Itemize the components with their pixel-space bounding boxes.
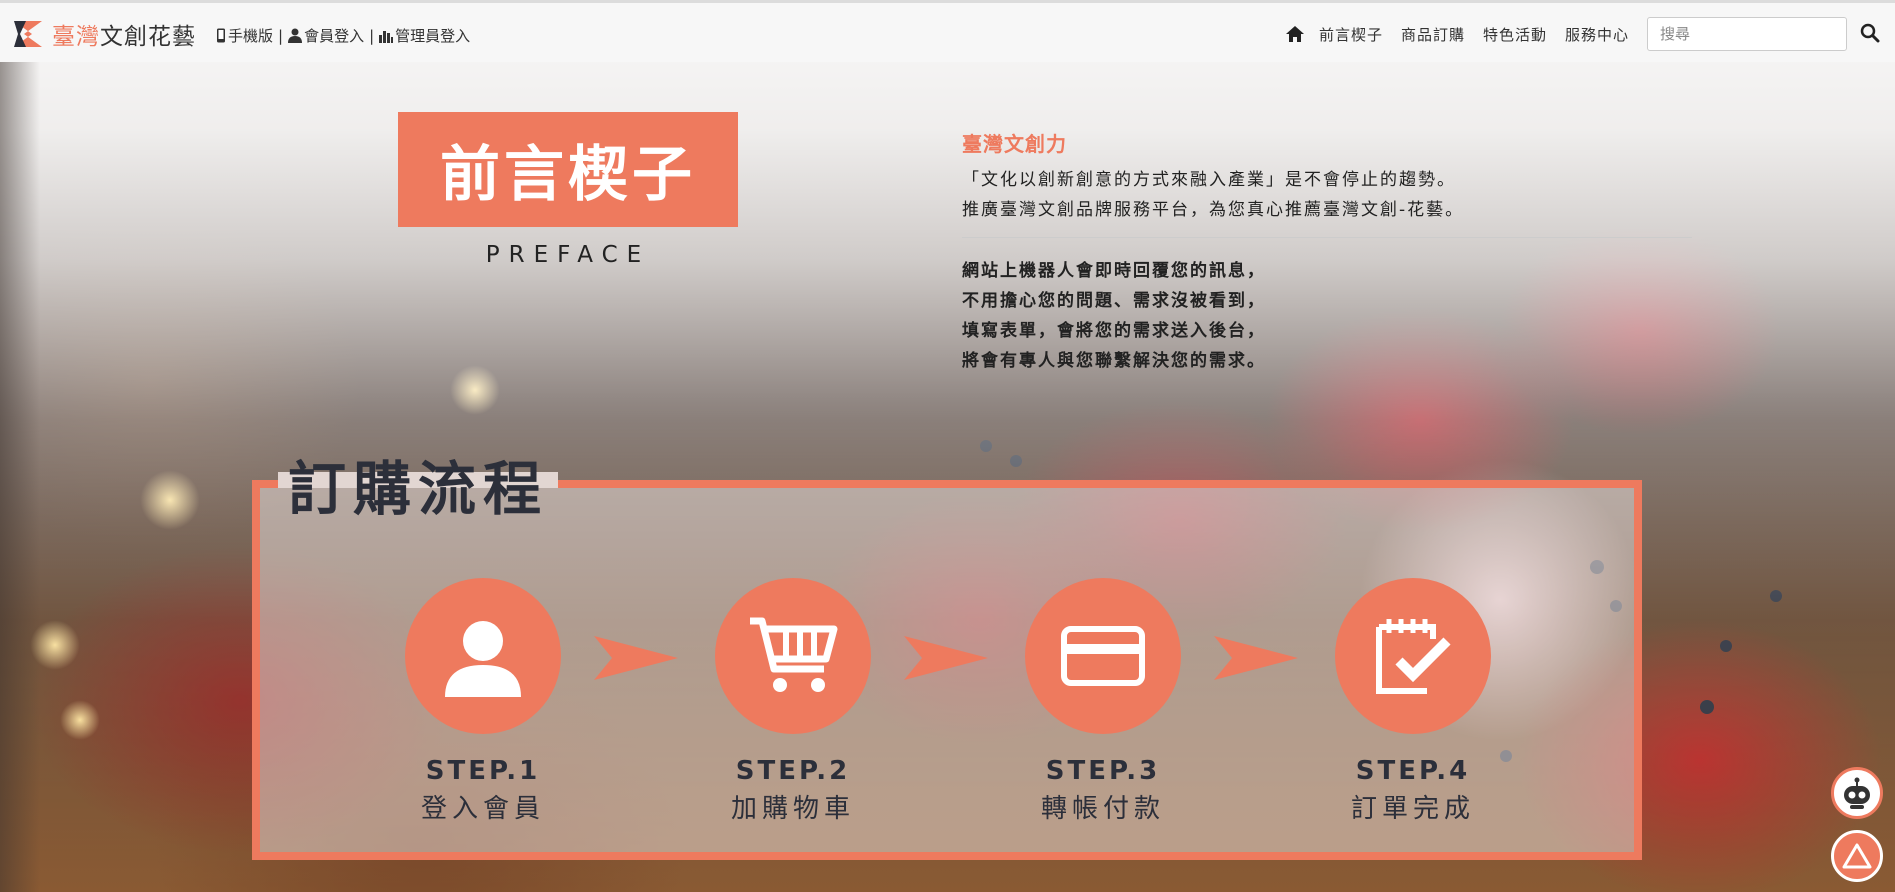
step-name: 加購物車 bbox=[730, 794, 855, 824]
member-login-link[interactable]: 會員登入 bbox=[288, 25, 364, 46]
checklist-notepad-icon bbox=[1376, 619, 1451, 694]
intro-line: 推廣臺灣文創品牌服務平台，為您真心推薦臺灣文創-花藝。 bbox=[962, 200, 1465, 220]
step-number: STEP.3 bbox=[1045, 756, 1161, 786]
search-button[interactable] bbox=[1853, 17, 1887, 51]
nav-order[interactable]: 商品訂購 bbox=[1401, 24, 1465, 45]
intro-line: 「文化以創新創意的方式來融入產業」是不會停止的趨勢。 bbox=[962, 170, 1456, 190]
step-name: 登入會員 bbox=[420, 794, 545, 824]
logo-mark-icon bbox=[14, 21, 42, 47]
brand-name: 臺灣文創花藝 bbox=[52, 24, 196, 50]
divider bbox=[962, 237, 1692, 238]
preface-subtitle: PREFACE bbox=[485, 242, 651, 268]
intro-sub-line: 將會有專人與您聯繫解決您的需求。 bbox=[962, 351, 1266, 371]
mobile-version-link[interactable]: 手機版 bbox=[216, 25, 273, 46]
nav-preface[interactable]: 前言楔子 bbox=[1319, 24, 1383, 45]
chatbot-button[interactable] bbox=[1831, 767, 1883, 819]
step-icon-circle bbox=[405, 578, 561, 734]
step-number: STEP.1 bbox=[425, 756, 541, 786]
search-input[interactable] bbox=[1647, 17, 1847, 51]
preface-title: 前言楔子 bbox=[440, 140, 696, 210]
separator: | bbox=[278, 26, 284, 45]
step-number: STEP.2 bbox=[735, 756, 851, 786]
separator: | bbox=[369, 26, 375, 45]
preface-banner: 前言楔子 bbox=[398, 112, 738, 227]
step-number: STEP.4 bbox=[1355, 756, 1471, 786]
step-payment[interactable]: STEP.3 轉帳付款 bbox=[1023, 578, 1183, 825]
step-icon-circle bbox=[1025, 578, 1181, 734]
intro-title: 臺灣文創力 bbox=[962, 132, 1067, 156]
step-complete[interactable]: STEP.4 訂單完成 bbox=[1333, 578, 1493, 825]
arrow-up-icon bbox=[1842, 843, 1872, 869]
intro-sub-line: 填寫表單，會將您的需求送入後台， bbox=[962, 321, 1266, 341]
user-icon bbox=[445, 621, 521, 697]
admin-login-link[interactable]: 管理員登入 bbox=[379, 25, 470, 46]
step-icon-circle bbox=[715, 578, 871, 734]
intro-section: 臺灣文創力 「文化以創新創意的方式來融入產業」是不會停止的趨勢。 推廣臺灣文創品… bbox=[962, 128, 1692, 376]
arrow-right-icon bbox=[594, 636, 678, 680]
order-process-title: 訂購流程 bbox=[278, 442, 559, 526]
step-name: 轉帳付款 bbox=[1040, 794, 1165, 824]
nav-events[interactable]: 特色活動 bbox=[1483, 24, 1547, 45]
admin-login-label: 管理員登入 bbox=[395, 27, 471, 45]
robot-icon bbox=[1844, 777, 1870, 809]
step-name: 訂單完成 bbox=[1350, 794, 1475, 824]
user-icon bbox=[288, 28, 303, 43]
arrow-right-icon bbox=[1214, 636, 1298, 680]
quick-links: 手機版 | 會員登入 | 管理員登入 bbox=[216, 25, 470, 46]
search-icon bbox=[1860, 23, 1880, 42]
site-logo[interactable]: 臺灣文創花藝 bbox=[12, 17, 196, 51]
mobile-phone-icon bbox=[217, 28, 225, 43]
background-side-shadow bbox=[0, 0, 40, 892]
mobile-version-label: 手機版 bbox=[228, 27, 274, 45]
nav-service[interactable]: 服務中心 bbox=[1565, 24, 1629, 45]
arrow-right-icon bbox=[904, 636, 988, 680]
intro-sub-line: 不用擔心您的問題、需求沒被看到， bbox=[962, 291, 1266, 311]
bar-chart-icon bbox=[379, 30, 394, 43]
credit-card-icon bbox=[1061, 626, 1145, 686]
intro-sub-line: 網站上機器人會即時回覆您的訊息， bbox=[962, 261, 1266, 281]
back-to-top-button[interactable] bbox=[1831, 830, 1883, 882]
step-icon-circle bbox=[1335, 578, 1491, 734]
main-nav: 前言楔子 商品訂購 特色活動 服務中心 bbox=[1285, 17, 1895, 51]
member-login-label: 會員登入 bbox=[304, 27, 365, 45]
step-login[interactable]: STEP.1 登入會員 bbox=[403, 578, 563, 825]
home-icon[interactable] bbox=[1285, 24, 1305, 44]
top-header: 臺灣文創花藝 手機版 | 會員登入 | 管理員登入 前言楔子 商品訂購 特色活動… bbox=[0, 0, 1895, 62]
shopping-cart-icon bbox=[750, 617, 838, 692]
step-cart[interactable]: STEP.2 加購物車 bbox=[713, 578, 873, 825]
